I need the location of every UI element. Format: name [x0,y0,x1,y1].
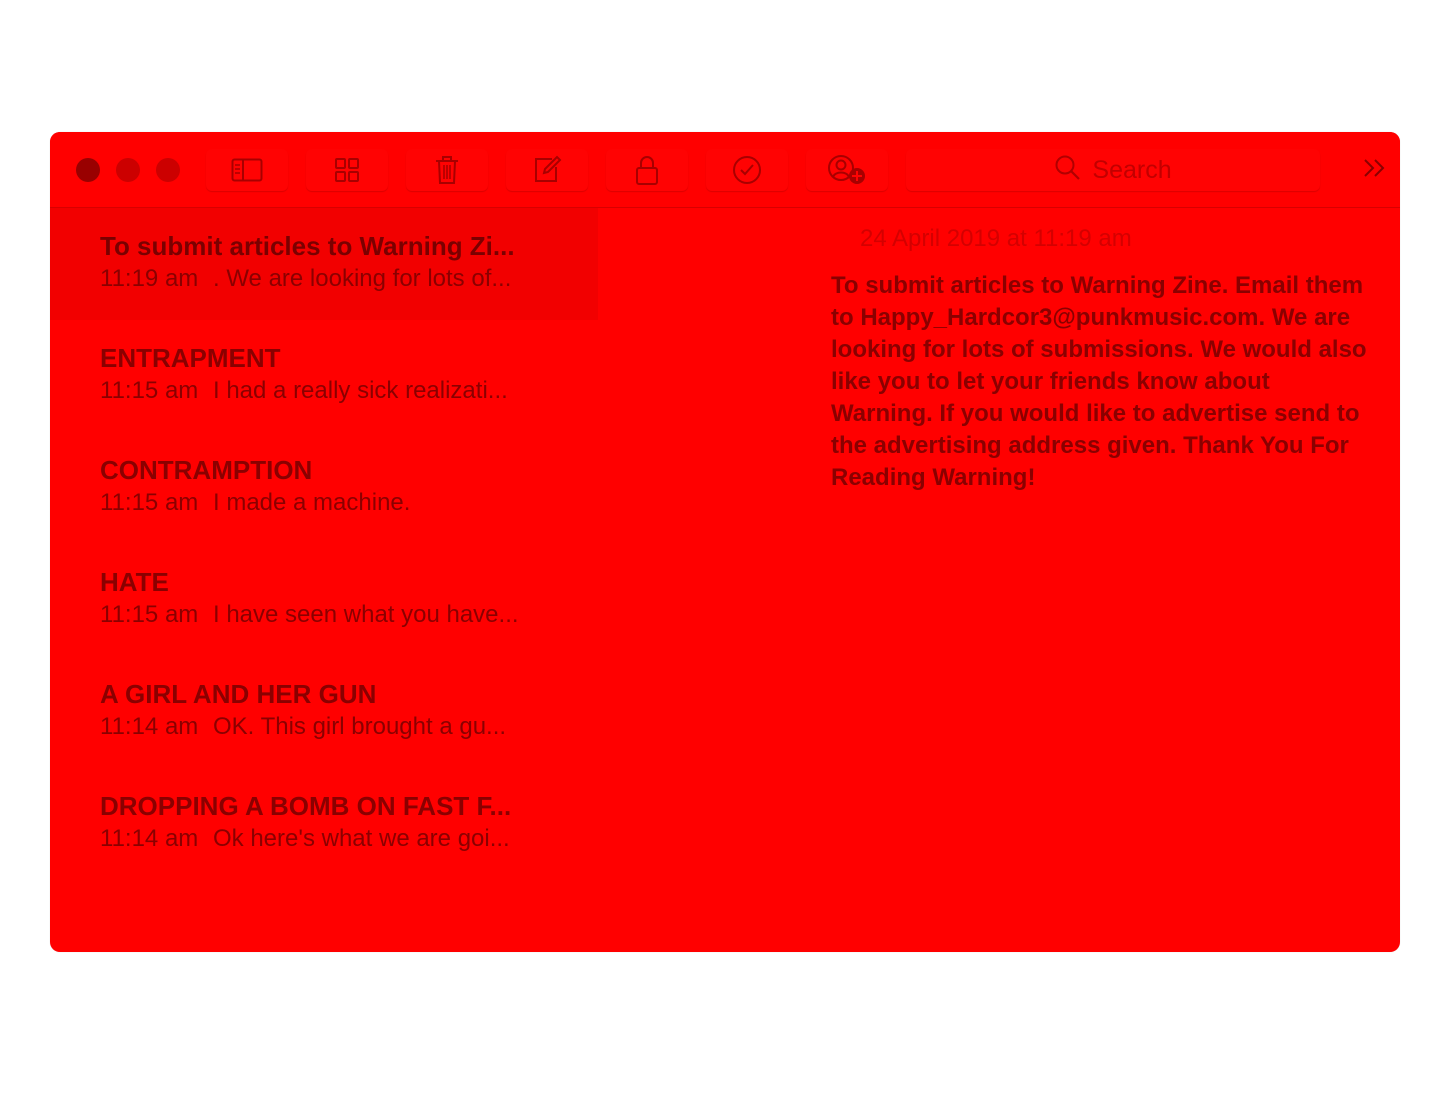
note-list: To submit articles to Warning Zi... 11:1… [50,208,598,952]
sidebar-toggle-button[interactable] [206,149,288,191]
note-snippet: I had a really sick realizati... [213,377,508,404]
toolbar: Search [50,132,1400,208]
attachments-button[interactable] [306,149,388,191]
checklist-button[interactable] [706,149,788,191]
note-title: DROPPING A BOMB ON FAST F... [100,791,512,821]
note-time: 11:19 am [100,265,199,292]
new-note-button[interactable] [506,149,588,191]
close-window-button[interactable] [76,158,100,182]
notes-window: Search To submit articles to Warning Zi.… [50,132,1400,952]
note-title: ENTRAPMENT [100,343,281,373]
add-people-button[interactable] [806,149,888,191]
note-snippet: Ok here's what we are goi... [213,825,510,852]
search-placeholder: Search [1092,155,1172,184]
note-snippet: . We are looking for lots of... [213,265,512,292]
minimize-window-button[interactable] [116,158,140,182]
search-icon [1054,154,1082,187]
note-title: CONTRAMPTION [100,455,313,485]
note-list-item[interactable]: ENTRAPMENT 11:15 am I had a really sick … [50,320,598,432]
note-title: A GIRL AND HER GUN [100,679,377,709]
note-time: 11:15 am [100,377,199,404]
note-time: 11:14 am [100,825,199,852]
note-title: HATE [100,567,169,597]
note-time: 11:15 am [100,489,199,516]
note-list-item[interactable]: CONTRAMPTION 11:15 am I made a machine. [50,432,598,544]
note-title: To submit articles to Warning Zi... [100,231,515,261]
note-time: 11:14 am [100,713,199,740]
note-snippet: I have seen what you have... [213,601,519,628]
note-list-item[interactable]: A GIRL AND HER GUN 11:14 am OK. This gir… [50,656,598,768]
sidebar-icon [231,158,263,182]
note-list-item[interactable]: HATE 11:15 am I have seen what you have.… [50,544,598,656]
note-date: 24 April 2019 at 11:19 am [860,225,1132,252]
compose-icon [532,155,562,185]
note-snippet: OK. This girl brought a gu... [213,713,507,740]
checkmark-circle-icon [732,155,762,185]
note-time: 11:15 am [100,601,199,628]
lock-icon [635,154,659,186]
delete-button[interactable] [406,149,488,191]
note-list-item[interactable]: DROPPING A BOMB ON FAST F... 11:14 am Ok… [50,768,598,880]
note-editor[interactable]: 24 April 2019 at 11:19 am To submit arti… [598,208,1400,952]
toolbar-overflow-button[interactable] [1360,156,1390,184]
double-chevron-right-icon [1362,157,1388,184]
note-list-item[interactable]: To submit articles to Warning Zi... 11:1… [50,208,598,320]
trash-icon [434,155,460,185]
note-snippet: I made a machine. [213,489,411,516]
search-field[interactable]: Search [906,149,1320,191]
zoom-window-button[interactable] [156,158,180,182]
note-body[interactable]: To submit articles to Warning Zine. Emai… [831,270,1371,494]
grid-icon [334,157,360,183]
add-person-icon [826,154,868,186]
lock-button[interactable] [606,149,688,191]
